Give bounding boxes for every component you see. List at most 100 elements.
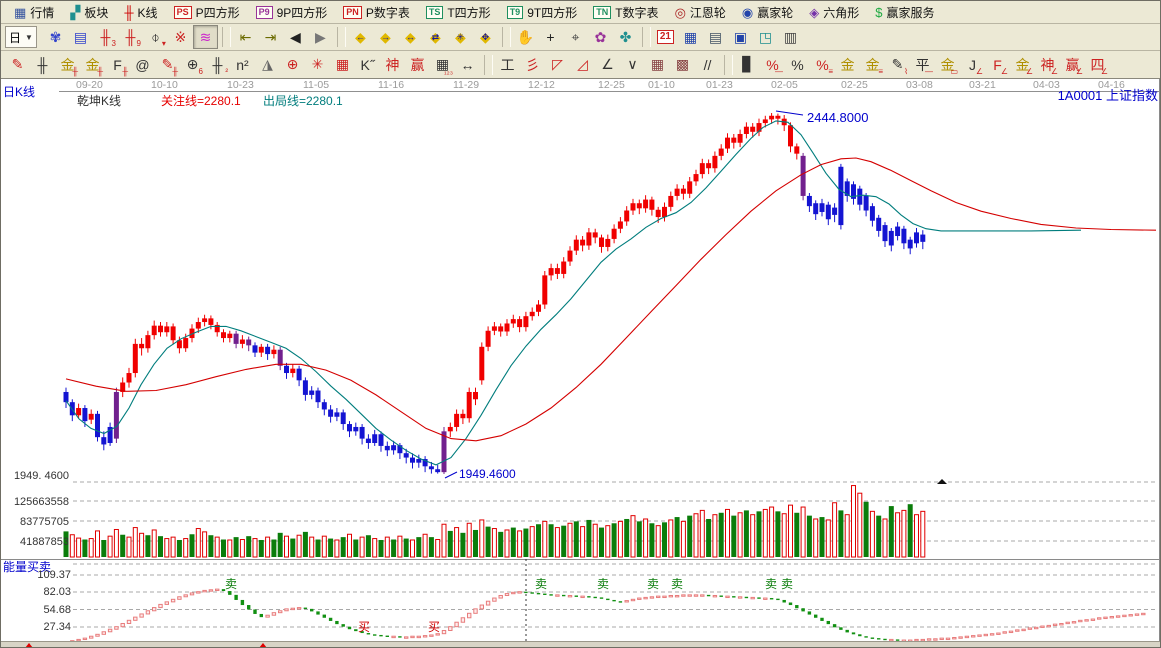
- gold-grid-2-button[interactable]: 金╫: [80, 53, 105, 77]
- volume-bar-down: [127, 537, 131, 557]
- scroll-marker-2[interactable]: [259, 643, 267, 648]
- frame-tool-button[interactable]: 工: [495, 53, 520, 77]
- menu-item-p-square[interactable]: PSP四方形: [167, 2, 247, 23]
- compass-6-button[interactable]: ⊕6: [180, 53, 205, 77]
- shen-angle-button[interactable]: 神∠: [1035, 53, 1060, 77]
- percent-line-button[interactable]: %≡: [810, 53, 835, 77]
- fan-box-1-button[interactable]: ◸: [545, 53, 570, 77]
- pen-grid-button[interactable]: ✎╫: [155, 53, 180, 77]
- scroll-marker-1[interactable]: [25, 643, 33, 648]
- spiral-button[interactable]: @: [130, 53, 155, 77]
- candle-style-button[interactable]: ⌽▾: [143, 25, 168, 49]
- star-burst-button[interactable]: ✳: [305, 53, 330, 77]
- gold-levels-button[interactable]: 金≡: [860, 53, 885, 77]
- page-prev-button[interactable]: ◀: [283, 25, 308, 49]
- percent-red-button[interactable]: %—: [760, 53, 785, 77]
- toolbar-drawing: ✎╫金╫金╫F╫@✎╫⊕6╫²n²◮⊕✳▦K˝神赢▦₁₂₃↔工彡◸◿∠∨▦▩//…: [1, 51, 1160, 79]
- color-kline-button[interactable]: ≋: [193, 25, 218, 49]
- gold-circle-button[interactable]: 金: [835, 53, 860, 77]
- mesh-button[interactable]: ✾: [43, 25, 68, 49]
- zoom-measure-button[interactable]: ⌖: [563, 25, 588, 49]
- calendar-button[interactable]: 21: [653, 25, 678, 49]
- zoom-all-button[interactable]: ◆✥: [473, 25, 498, 49]
- angle-lines-button[interactable]: ∠: [595, 53, 620, 77]
- angle-lines-icon: ∠: [601, 56, 614, 73]
- menu-item-winner-wheel[interactable]: ◉赢家轮: [735, 2, 800, 23]
- grid-coarse-button[interactable]: ▩: [670, 53, 695, 77]
- menu-item-p-table[interactable]: PNP数字表: [336, 2, 417, 23]
- ying-angle-button[interactable]: 赢∠: [1060, 53, 1085, 77]
- note-button[interactable]: ▤: [68, 25, 93, 49]
- zoom-horizontal-button[interactable]: ◆↔: [398, 25, 423, 49]
- grid-lines-button[interactable]: ╫: [30, 53, 55, 77]
- tool-purple-button[interactable]: ✿: [588, 25, 613, 49]
- menu-item-winner-service[interactable]: $赢家服务: [868, 2, 941, 23]
- menu-item-label: 赢家轮: [757, 4, 793, 21]
- zoom-star-button[interactable]: ◆✳: [448, 25, 473, 49]
- si-angle-button[interactable]: 四∠: [1085, 53, 1110, 77]
- menu-item-t-table[interactable]: TNT数字表: [586, 2, 665, 23]
- flag-tool-button[interactable]: ◮: [255, 53, 280, 77]
- grid-123-button[interactable]: ▦₁₂₃: [430, 53, 455, 77]
- menu-item-9t-square[interactable]: T99T四方形: [500, 2, 585, 23]
- pc-sync-button[interactable]: ▥: [778, 25, 803, 49]
- tool-cycle-button[interactable]: ✤: [613, 25, 638, 49]
- f-grid-button[interactable]: F╫: [105, 53, 130, 77]
- fan-box-2-button[interactable]: ◿: [570, 53, 595, 77]
- volume-bar-down: [266, 537, 270, 557]
- grid-fine-button[interactable]: ▦: [645, 53, 670, 77]
- v-lines-button[interactable]: ∨: [620, 53, 645, 77]
- ping-underline-button[interactable]: 平—: [910, 53, 935, 77]
- menu-item-gann-wheel[interactable]: ◎江恩轮: [668, 2, 733, 23]
- k-mark-button[interactable]: K˝: [355, 53, 380, 77]
- date-tick-label: 01-10: [648, 79, 675, 91]
- indicator-bar-down: [234, 595, 237, 600]
- fan-rays-button[interactable]: 彡: [520, 53, 545, 77]
- volume-bar-up: [908, 504, 913, 557]
- chart-area[interactable]: 09-2010-1010-2311-0511-1611-2912-1212-25…: [1, 79, 1161, 648]
- menu-item-sectors[interactable]: ▞板块: [63, 2, 115, 23]
- gold-angle-button[interactable]: 金∠: [1010, 53, 1035, 77]
- percent-button[interactable]: %: [785, 53, 810, 77]
- calculator-button[interactable]: ▦: [678, 25, 703, 49]
- chart-canvas[interactable]: 09-2010-1010-2311-0511-1611-2912-1212-25…: [1, 79, 1161, 648]
- zoom-left-button[interactable]: ◆←: [348, 25, 373, 49]
- menu-item-t-square[interactable]: TST四方形: [419, 2, 498, 23]
- n-squared-button[interactable]: n²: [230, 53, 255, 77]
- shen-tool-button[interactable]: 神: [380, 53, 405, 77]
- circle-cross-button[interactable]: ⊕: [280, 53, 305, 77]
- save-button[interactable]: ▣: [728, 25, 753, 49]
- f-angle-button[interactable]: F∠: [985, 53, 1010, 77]
- zoom-right-button[interactable]: ◆→: [373, 25, 398, 49]
- zoom-compress-button[interactable]: ◆⇄: [423, 25, 448, 49]
- scroll-strip[interactable]: [1, 641, 1161, 648]
- qiankun-pattern-button[interactable]: ※: [168, 25, 193, 49]
- candle-body: [234, 334, 239, 344]
- hand-drag-button[interactable]: ✋: [513, 25, 538, 49]
- j-angle-button[interactable]: J∠: [960, 53, 985, 77]
- pen-candle-button[interactable]: ✎⌇: [885, 53, 910, 77]
- gold-box-button[interactable]: 金▭: [935, 53, 960, 77]
- bar-steps-button[interactable]: ▊: [735, 53, 760, 77]
- menu-item-hexagon[interactable]: ◈六角形: [802, 2, 866, 23]
- parallel-lines-button[interactable]: //: [695, 53, 720, 77]
- pen-button[interactable]: ✎: [5, 53, 30, 77]
- export-button[interactable]: ◳: [753, 25, 778, 49]
- square-web-button[interactable]: ▦: [330, 53, 355, 77]
- memo-button[interactable]: ▤: [703, 25, 728, 49]
- crosshair-button[interactable]: +: [538, 25, 563, 49]
- page-next-button[interactable]: ▶: [308, 25, 333, 49]
- indicator-bar-up: [405, 637, 408, 638]
- menu-item-9p-square[interactable]: P99P四方形: [249, 2, 335, 23]
- goto-first-button[interactable]: ⇤: [233, 25, 258, 49]
- period-selector[interactable]: 日 ▼: [5, 26, 37, 48]
- gold-grid-1-button[interactable]: 金╫: [55, 53, 80, 77]
- wave-3-button[interactable]: ╫3: [93, 25, 118, 49]
- goto-last-button[interactable]: ⇥: [258, 25, 283, 49]
- wave-9-button[interactable]: ╫9: [118, 25, 143, 49]
- grid-sq-button[interactable]: ╫²: [205, 53, 230, 77]
- menu-item-kline[interactable]: ╫K线: [117, 2, 164, 23]
- span-measure-button[interactable]: ↔: [455, 53, 480, 77]
- ying-tool-button[interactable]: 赢: [405, 53, 430, 77]
- menu-item-quotes[interactable]: ▦行情: [7, 2, 61, 23]
